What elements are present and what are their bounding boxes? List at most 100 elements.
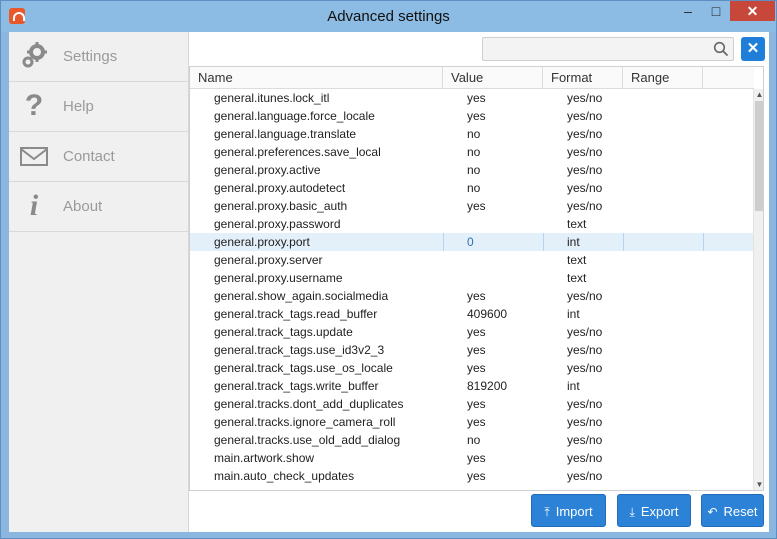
table-row[interactable]: general.proxy.username text (190, 269, 753, 287)
undo-icon: ↶ (707, 505, 718, 519)
search-input[interactable] (487, 40, 711, 60)
scrollbar-thumb[interactable] (755, 101, 763, 211)
sidebar-item-label: Contact (63, 148, 115, 165)
clear-search-button[interactable]: ✕ (741, 37, 765, 61)
gear-icon (19, 41, 49, 71)
cell-format: yes/no (567, 415, 603, 429)
cell-value: yes (467, 289, 486, 303)
cell-value: 819200 (467, 379, 508, 393)
cell-value: no (467, 163, 481, 177)
column-header-value[interactable]: Value (443, 67, 543, 88)
sidebar-item-contact[interactable]: Contact (9, 132, 188, 182)
table-row[interactable]: general.itunes.lock_itl yes yes/no (190, 89, 753, 107)
cell-value: yes (467, 343, 486, 357)
close-window-button[interactable]: ✕ (730, 1, 775, 21)
cell-value: yes (467, 109, 486, 123)
table-row[interactable]: general.track_tags.write_buffer 819200 int (190, 377, 753, 395)
cell-value: yes (467, 415, 486, 429)
cell-value: yes (467, 451, 486, 465)
table-row[interactable]: general.track_tags.use_id3v2_3 yes yes/no (190, 341, 753, 359)
cell-value: yes (467, 325, 486, 339)
sidebar-item-label: Settings (63, 48, 118, 65)
cell-name: general.language.translate (214, 127, 357, 141)
cell-name: general.preferences.save_local (214, 145, 381, 159)
cell-format: text (567, 271, 587, 285)
cell-value: 409600 (467, 307, 508, 321)
sidebar-item-help[interactable]: ? Help (9, 82, 188, 132)
app-window: Advanced settings ‒ □ ✕ Settings ? Help … (0, 0, 777, 539)
cell-format: text (567, 217, 587, 231)
table-row[interactable]: general.language.translate no yes/no (190, 125, 753, 143)
minimize-button[interactable]: ‒ (675, 1, 701, 21)
export-button[interactable]: ⤓ Export (617, 494, 691, 527)
import-label: Import (555, 504, 593, 519)
cell-value: no (467, 145, 481, 159)
maximize-button[interactable]: □ (703, 1, 729, 21)
table-row[interactable]: general.proxy.password text (190, 215, 753, 233)
import-button[interactable]: ⤒ Import (531, 494, 606, 527)
column-separator (623, 233, 624, 251)
cell-value: 0 (467, 235, 474, 249)
cell-format: yes/no (567, 397, 603, 411)
cell-value: yes (467, 91, 486, 105)
cell-value: yes (467, 361, 486, 375)
table-row[interactable]: general.proxy.autodetect no yes/no (190, 179, 753, 197)
column-header-name[interactable]: Name (190, 67, 443, 88)
cell-name: general.track_tags.read_buffer (214, 307, 378, 321)
table-row[interactable]: general.proxy.basic_auth yes yes/no (190, 197, 753, 215)
cell-format: yes/no (567, 127, 603, 141)
scroll-up-arrow-icon[interactable]: ▲ (755, 90, 763, 100)
table-row[interactable]: general.tracks.ignore_camera_roll yes yes/… (190, 413, 753, 431)
cell-name: general.proxy.port (214, 235, 310, 249)
title-bar[interactable]: Advanced settings ‒ □ ✕ (1, 1, 776, 32)
table-row[interactable]: general.tracks.dont_add_duplicates yes yes… (190, 395, 753, 413)
cell-value: yes (467, 199, 486, 213)
table-header: Name Value Format Range (190, 67, 754, 89)
column-separator (703, 233, 704, 251)
cell-value (467, 269, 563, 287)
table-row[interactable]: general.tracks.use_old_add_dialog no yes/n… (190, 431, 753, 449)
cell-name: main.artwork.show (214, 451, 315, 465)
column-header-range[interactable]: Range (623, 67, 703, 88)
sidebar-item-about[interactable]: i About (9, 182, 188, 232)
scroll-down-arrow-icon[interactable]: ▼ (755, 480, 763, 490)
table-row[interactable]: main.auto_check_updates yes yes/no (190, 467, 753, 485)
client-area: Settings ? Help Contact i About ✕ Name V… (9, 32, 769, 532)
window-title: Advanced settings (327, 8, 450, 25)
cell-value: no (467, 127, 481, 141)
envelope-icon (19, 141, 49, 171)
table-row[interactable]: general.language.force_locale yes yes/no (190, 107, 753, 125)
cell-name: general.proxy.basic_auth (214, 199, 348, 213)
cell-value: yes (467, 469, 486, 483)
table-row[interactable]: general.proxy.server text (190, 251, 753, 269)
table-row[interactable]: main.artwork.show yes yes/no (190, 449, 753, 467)
cell-format: int (567, 379, 580, 393)
vertical-scrollbar[interactable]: ▲ ▼ (753, 89, 763, 490)
cell-name: general.track_tags.use_os_locale (214, 361, 393, 375)
table-row[interactable]: general.proxy.port 0 int (190, 233, 753, 251)
column-header-format[interactable]: Format (543, 67, 623, 88)
cell-name: general.proxy.server (214, 253, 323, 267)
table-row[interactable]: general.preferences.save_local no yes/no (190, 143, 753, 161)
cell-format: text (567, 253, 587, 267)
table-row[interactable]: general.track_tags.update yes yes/no (190, 323, 753, 341)
sidebar-item-settings[interactable]: Settings (9, 32, 188, 82)
export-label: Export (640, 504, 679, 519)
search-box[interactable] (482, 37, 734, 61)
cell-format: yes/no (567, 325, 603, 339)
table-row[interactable]: general.show_again.socialmedia yes yes/no (190, 287, 753, 305)
cell-value (467, 215, 563, 233)
cell-value (467, 251, 563, 269)
table-row[interactable]: general.proxy.active no yes/no (190, 161, 753, 179)
reset-button[interactable]: ↶ Reset (701, 494, 764, 527)
info-icon: i (29, 189, 39, 222)
search-icon[interactable] (713, 41, 729, 57)
cell-name: general.language.force_locale (214, 109, 375, 123)
cell-format: yes/no (567, 181, 603, 195)
table-row[interactable]: general.track_tags.read_buffer 409600 int (190, 305, 753, 323)
table-row[interactable]: general.track_tags.use_os_locale yes yes/n… (190, 359, 753, 377)
cell-format: yes/no (567, 433, 603, 447)
sidebar-item-label: About (63, 198, 103, 215)
cell-value: yes (467, 397, 486, 411)
cell-format: yes/no (567, 145, 603, 159)
